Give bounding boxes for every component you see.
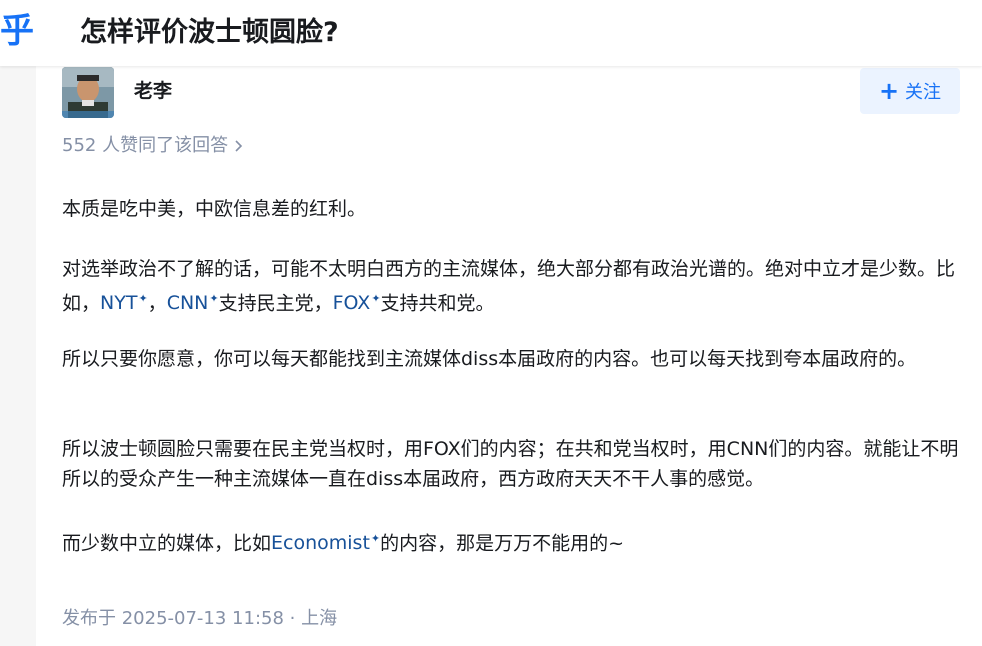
- sparkle-icon: ✦: [209, 292, 219, 305]
- upvote-count-text: 552 人赞同了该回答: [62, 135, 229, 156]
- paragraph-5-text-a: 而少数中立的媒体，比如: [62, 532, 272, 555]
- paragraph-1: 本质是吃中美，中欧信息差的红利。: [62, 198, 367, 220]
- plus-icon: +: [878, 77, 900, 105]
- paragraph-5-text-b: 的内容，那是万万不能用的~: [380, 532, 625, 555]
- sparkle-icon: ✦: [371, 292, 381, 305]
- top-bar: 乎 怎样评价波士顿圆脸?: [0, 0, 982, 66]
- follow-button[interactable]: + 关注: [860, 68, 960, 114]
- nyt-link-label: NYT: [100, 292, 138, 315]
- paragraph-5: 而少数中立的媒体，比如Economist✦的内容，那是万万不能用的~: [62, 524, 962, 558]
- cnn-link-label: CNN: [166, 292, 209, 315]
- left-gutter: [0, 66, 36, 646]
- paragraph-3: 所以只要你愿意，你可以每天都能找到主流媒体diss本届政府的内容。也可以每天找到…: [62, 348, 917, 370]
- fox-link[interactable]: FOX✦: [333, 292, 381, 314]
- economist-link[interactable]: Economist✦: [271, 532, 380, 554]
- follow-label: 关注: [905, 82, 942, 103]
- author-avatar[interactable]: [62, 67, 114, 118]
- sparkle-icon: ✦: [370, 532, 381, 545]
- avatar-image: [62, 67, 114, 118]
- answer-card: 老李 + 关注 552 人赞同了该回答 本质是吃中美，中欧信息差的红利。 对选举…: [36, 66, 982, 646]
- author-name[interactable]: 老李: [134, 78, 172, 104]
- paragraph-2-text-c: 支持共和党。: [380, 292, 495, 315]
- chevron-right-icon: [235, 140, 243, 152]
- zhihu-logo[interactable]: 乎: [0, 6, 34, 56]
- paragraph-2: 对选举政治不了解的话，可能不太明白西方的主流媒体，绝大部分都有政治光谱的。绝对中…: [62, 254, 962, 318]
- nyt-link[interactable]: NYT✦: [100, 292, 148, 314]
- paragraph-2-sep: ，: [147, 292, 167, 315]
- paragraph-2-text-b: 支持民主党，: [218, 292, 333, 315]
- paragraph-4: 所以波士顿圆脸只需要在民主党当权时，用FOX们的内容；在共和党当权时，用CNN们…: [62, 438, 959, 490]
- upvote-summary[interactable]: 552 人赞同了该回答: [62, 133, 244, 159]
- question-title[interactable]: 怎样评价波士顿圆脸?: [80, 12, 339, 54]
- economist-link-label: Economist: [271, 532, 370, 555]
- fox-link-label: FOX: [332, 292, 371, 315]
- publish-info[interactable]: 发布于 2025-07-13 11:58 · 上海: [62, 605, 337, 633]
- cnn-link[interactable]: CNN✦: [167, 292, 219, 314]
- sparkle-icon: ✦: [138, 292, 148, 305]
